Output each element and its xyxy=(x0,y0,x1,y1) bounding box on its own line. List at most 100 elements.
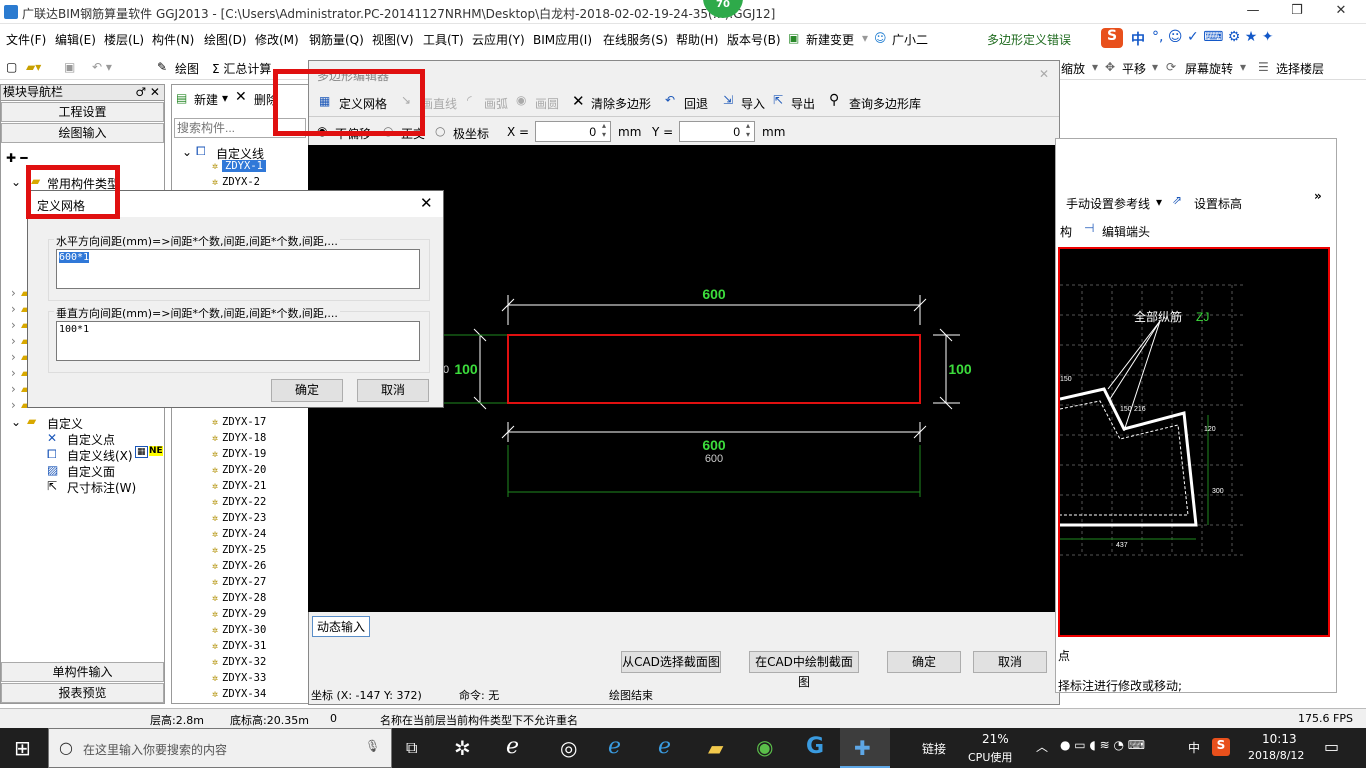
component-item[interactable]: ✲ ZDYX-21 xyxy=(212,480,266,492)
grid-ok-button[interactable]: 确定 xyxy=(271,379,343,402)
component-item[interactable]: ✲ ZDYX-29 xyxy=(212,608,266,620)
single-component-button[interactable]: 单构件输入 xyxy=(1,662,164,682)
tree-custom-line[interactable]: 自定义线(X) xyxy=(67,447,133,464)
tray-icons[interactable]: ● ▭ ◖ ≋ ◔ ⌨ xyxy=(1060,738,1145,752)
y-coordinate-input[interactable] xyxy=(679,121,755,142)
glodon-g-icon[interactable]: G xyxy=(806,734,824,759)
component-item[interactable]: ✲ ZDYX-2 xyxy=(212,176,260,188)
menu-assistant[interactable]: 广小二 xyxy=(892,31,928,48)
notification-icon[interactable]: ▭ xyxy=(1324,737,1339,756)
expand-right-icon[interactable]: » xyxy=(1314,189,1322,203)
undo-button[interactable]: 回退 xyxy=(684,95,708,112)
save-icon[interactable]: ▣ xyxy=(64,60,75,74)
component-item[interactable]: ✲ ZDYX-20 xyxy=(212,464,266,476)
menu-file[interactable]: 文件(F) xyxy=(6,31,46,48)
select-floor-button[interactable]: 选择楼层 xyxy=(1276,60,1324,77)
ime-toolbar-icons[interactable]: °, ☺ ✓ ⌨ ⚙ ★ ✦ xyxy=(1152,29,1274,45)
menu-help[interactable]: 帮助(H) xyxy=(676,31,718,48)
component-item[interactable]: ✲ ZDYX-32 xyxy=(212,656,266,668)
component-item[interactable]: ✲ ZDYX-33 xyxy=(212,672,266,684)
component-item[interactable]: ✲ ZDYX-34 xyxy=(212,688,266,700)
draw-arc-button[interactable]: 画弧 xyxy=(484,95,508,112)
link-label[interactable]: 链接 xyxy=(922,740,946,757)
task-view-icon[interactable]: ⧉ xyxy=(406,738,417,758)
tree-collapsed-nodes[interactable]: › › › › › › › › xyxy=(11,285,16,413)
taskbar-search-box[interactable]: ○ 在这里输入你要搜索的内容 🎙 xyxy=(48,728,392,768)
menu-tools[interactable]: 工具(T) xyxy=(423,31,464,48)
import-button[interactable]: 导入 xyxy=(741,95,765,112)
menu-version[interactable]: 版本号(B) xyxy=(727,31,781,48)
component-item[interactable]: ✲ ZDYX-24 xyxy=(212,528,266,540)
app-swirl-icon[interactable]: ◎ xyxy=(560,736,577,760)
menu-bim[interactable]: BIM应用(I) xyxy=(533,31,592,48)
tray-chevron-up-icon[interactable]: ︿ xyxy=(1036,738,1048,755)
vertical-spacing-input[interactable]: 100*1 xyxy=(56,321,420,361)
component-item[interactable]: ✲ ZDYX-19 xyxy=(212,448,266,460)
editor-close-icon[interactable]: ✕ xyxy=(1039,67,1049,81)
component-item[interactable]: ✲ ZDYX-22 xyxy=(212,496,266,508)
edit-end-button[interactable]: 编辑端头 xyxy=(1102,223,1150,240)
ie-icon[interactable]: ℯ xyxy=(658,734,671,759)
sum-calc-button[interactable]: Σ 汇总计算 xyxy=(212,60,271,77)
radio-polar[interactable]: ○ xyxy=(435,124,445,138)
query-polygon-lib-button[interactable]: 查询多边形库 xyxy=(849,95,921,112)
app-pinwheel-icon[interactable]: ✲ xyxy=(454,736,471,760)
component-item[interactable]: ✲ ZDYX-17 xyxy=(212,416,266,428)
clock-date[interactable]: 2018/8/12 xyxy=(1248,749,1304,762)
horizontal-spacing-input[interactable]: 600*1 xyxy=(56,249,420,289)
ime-logo-icon[interactable]: S xyxy=(1101,28,1123,48)
tree-dimension[interactable]: 尺寸标注(W) xyxy=(67,479,136,496)
y-spinner[interactable]: ▴ ▾ xyxy=(746,121,750,139)
expand-collapse-icons[interactable]: ✚ ━ xyxy=(6,151,27,165)
menu-cloud[interactable]: 云应用(Y) xyxy=(472,31,525,48)
tree-custom-point[interactable]: 自定义点 xyxy=(67,431,115,448)
new-file-icon[interactable]: ▢ xyxy=(6,60,17,74)
menu-component[interactable]: 构件(N) xyxy=(152,31,194,48)
open-folder-icon[interactable]: ▰▾ xyxy=(26,60,41,74)
component-item[interactable]: ✲ ZDYX-31 xyxy=(212,640,266,652)
file-explorer-icon[interactable]: ▰ xyxy=(708,736,723,760)
windows-start-icon[interactable]: ⊞ xyxy=(14,736,31,760)
rotate-screen-button[interactable]: 屏幕旋转 xyxy=(1185,60,1233,77)
export-button[interactable]: 导出 xyxy=(791,95,815,112)
ime-lang[interactable]: 中 xyxy=(1131,29,1145,49)
report-preview-button[interactable]: 报表预览 xyxy=(1,683,164,703)
undo-icon[interactable]: ↶ ▾ xyxy=(92,60,112,74)
clock-time[interactable]: 10:13 xyxy=(1262,732,1297,746)
x-spinner[interactable]: ▴ ▾ xyxy=(602,121,606,139)
pin-close-icons[interactable]: ♂ ✕ xyxy=(135,85,160,100)
menu-rebar[interactable]: 钢筋量(Q) xyxy=(309,31,364,48)
component-item[interactable]: ✲ ZDYX-28 xyxy=(212,592,266,604)
tree-custom[interactable]: 自定义 xyxy=(47,415,83,432)
draw-circle-button[interactable]: 画圆 xyxy=(535,95,559,112)
menu-new-change[interactable]: 新建变更 xyxy=(806,31,854,48)
x-coordinate-input[interactable] xyxy=(535,121,611,142)
pan-button[interactable]: 平移 xyxy=(1122,60,1146,77)
component-item[interactable]: ✲ ZDYX-27 xyxy=(212,576,266,588)
new-component-button[interactable]: 新建 xyxy=(194,91,218,108)
minimize-button[interactable]: — xyxy=(1230,0,1276,24)
component-item[interactable]: ✲ ZDYX-30 xyxy=(212,624,266,636)
menu-floor[interactable]: 楼层(L) xyxy=(104,31,144,48)
edge-legacy-icon[interactable]: ℯ xyxy=(506,734,519,759)
tree-expand-icon[interactable]: ⌄ xyxy=(182,145,192,159)
ime-language[interactable]: 中 xyxy=(1188,739,1200,756)
draw-button[interactable]: 绘图 xyxy=(175,60,199,77)
draw-line-button[interactable]: 画直线 xyxy=(421,95,457,112)
draw-in-cad-button[interactable]: 在CAD中绘制截面图 xyxy=(749,651,859,689)
component-item[interactable]: ✲ ZDYX-23 xyxy=(212,512,266,524)
menu-modify[interactable]: 修改(M) xyxy=(255,31,299,48)
editor-ok-button[interactable]: 确定 xyxy=(887,651,961,673)
close-button[interactable]: ✕ xyxy=(1318,0,1364,24)
menu-edit[interactable]: 编辑(E) xyxy=(55,31,96,48)
grid-cancel-button[interactable]: 取消 xyxy=(357,379,429,402)
zoom-button[interactable]: 缩放 xyxy=(1061,60,1085,77)
menu-online[interactable]: 在线服务(S) xyxy=(603,31,668,48)
manual-ref-button[interactable]: 手动设置参考线 xyxy=(1066,195,1150,212)
tree-custom-face[interactable]: 自定义面 xyxy=(67,463,115,480)
menu-view[interactable]: 视图(V) xyxy=(372,31,414,48)
select-from-cad-button[interactable]: 从CAD选择截面图 xyxy=(621,651,721,673)
set-elevation-button[interactable]: 设置标高 xyxy=(1194,195,1242,212)
tree-expand-icon[interactable]: ⌄ xyxy=(11,175,21,189)
editor-cancel-button[interactable]: 取消 xyxy=(973,651,1047,673)
